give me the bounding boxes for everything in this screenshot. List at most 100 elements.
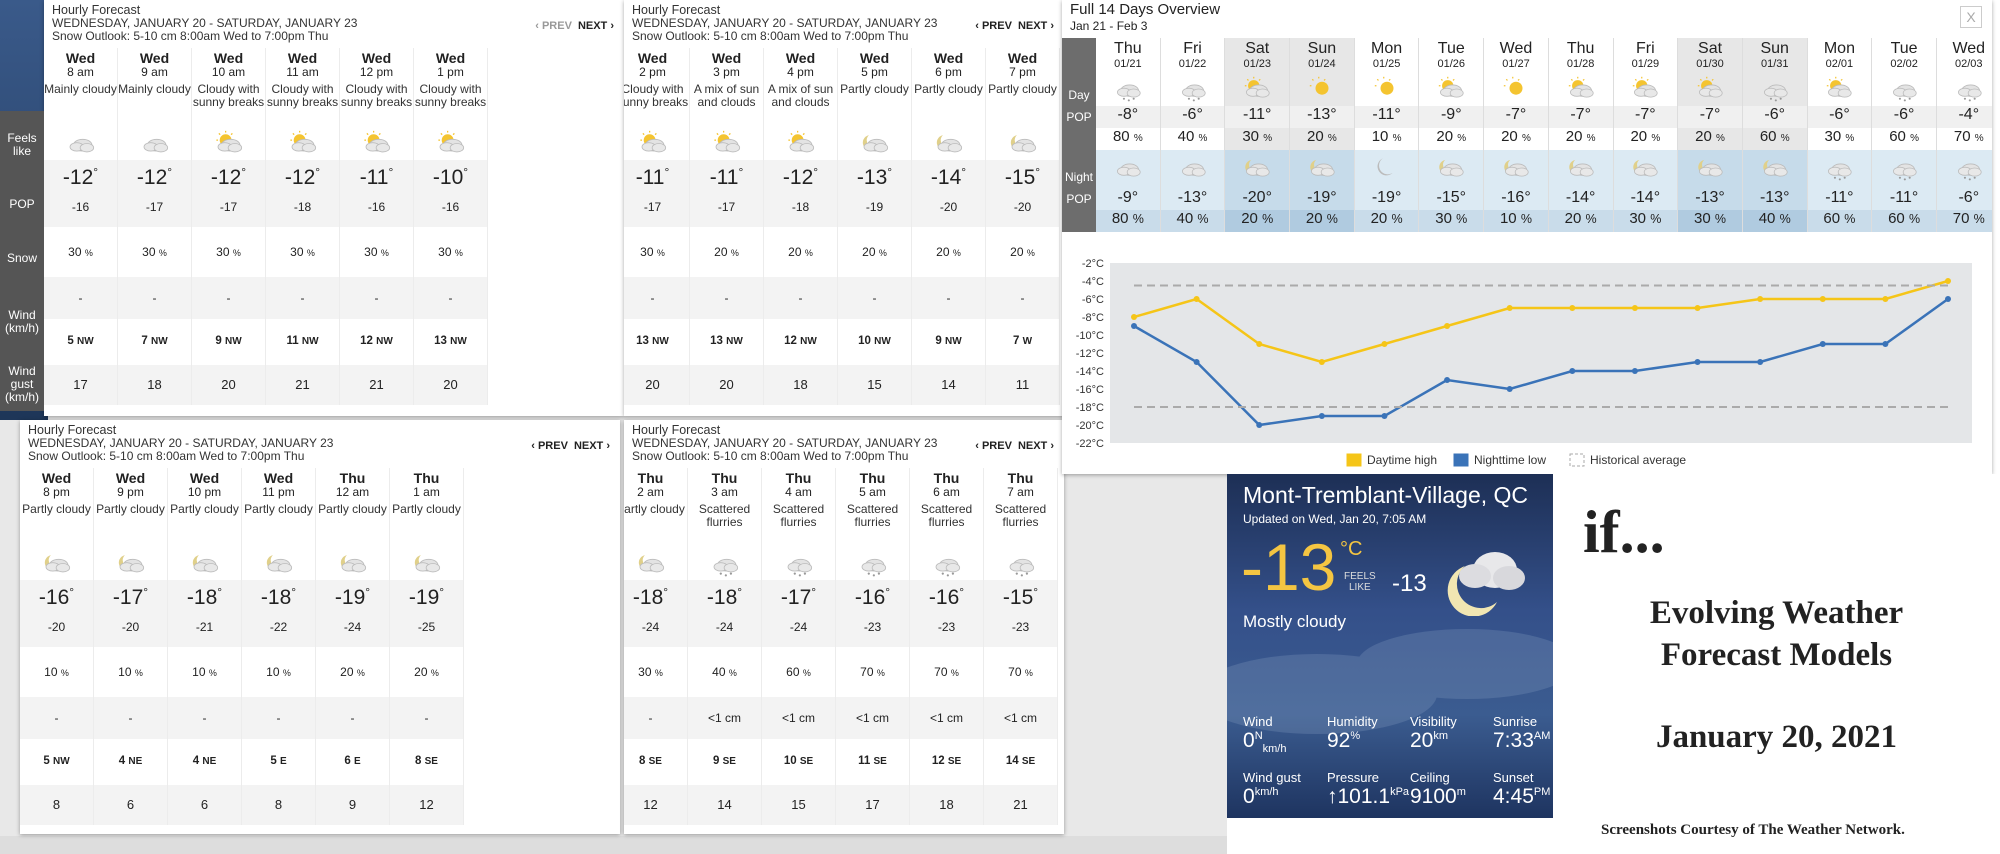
sunny-breaks-icon (624, 126, 689, 160)
prev-button[interactable]: ‹ PREV (535, 20, 572, 32)
data-point (1569, 368, 1576, 374)
hour-wind: 9 NW (215, 335, 242, 347)
hour-snow: <1 cm (984, 697, 1057, 739)
day-name: Tue (1890, 40, 1918, 57)
partly-cloudy-night-icon (242, 546, 315, 580)
hourly-header: Hourly Forecast WEDNESDAY, JANUARY 20 - S… (624, 420, 1064, 468)
hour-snow: - (242, 697, 315, 739)
moon-icon (1355, 150, 1419, 186)
hour-column: Wed 11 pm Partly cloudy -18° -22 10 % - 5 E 8 (242, 468, 316, 825)
partly-cloudy-night-icon (20, 546, 93, 580)
hour-day: Wed (287, 50, 318, 66)
sunrise-stat: Sunrise 7:33AM (1493, 714, 1551, 752)
night-pop: 70 % (1936, 210, 1992, 232)
hour-day: Wed (785, 50, 816, 66)
hour-condition: Partly cloudy (170, 502, 239, 516)
wind-label: Wind (km/h) (5, 308, 39, 335)
data-point (1945, 296, 1951, 302)
hour-column: Wed 6 pm Partly cloudy -14° -20 20 % - 9 NW 14 (912, 48, 986, 405)
hour-pop: 20 % (1010, 245, 1035, 259)
data-point (1569, 305, 1576, 311)
day-pop: 60 % (1889, 128, 1919, 145)
night-pop: 20 % (1354, 210, 1419, 232)
prev-button[interactable]: ‹ PREV (531, 440, 568, 452)
hour-feels-like: -20 (912, 193, 985, 227)
night-block: -14° (1548, 150, 1613, 210)
next-button[interactable]: NEXT › (1018, 20, 1054, 32)
hour-snow: - (764, 277, 837, 319)
hour-feels-like: -23 (836, 613, 909, 647)
hour-time: 5 pm (861, 65, 888, 79)
pressure-stat: Pressure ↑101.1kPa (1327, 770, 1410, 808)
flurries-icon (984, 546, 1057, 580)
data-point (1193, 359, 1200, 365)
hour-temperature: -11° (690, 160, 763, 193)
hour-column: Wed 1 pm Cloudy with sunny breaks -10° -16 30… (414, 48, 488, 405)
day-pop: 20 % (1565, 128, 1596, 145)
night-block: -6° (1936, 150, 1992, 210)
hour-column: Wed 9 am Mainly cloudy -12° -17 30 % - 7 NW 18 (118, 48, 192, 405)
hour-condition: Partly cloudy (392, 502, 461, 516)
night-pop: 30 % (1613, 210, 1678, 232)
partly-cloudy-night-icon (316, 546, 389, 580)
hour-feels-like: -20 (20, 613, 93, 647)
hour-feels-like: -20 (986, 193, 1059, 227)
hour-feels-like: -20 (94, 613, 167, 647)
hour-condition: Cloudy with sunny breaks (414, 82, 487, 109)
night-low: -15° (1436, 189, 1467, 206)
hour-pop: 20 % (414, 665, 439, 679)
next-button[interactable]: NEXT › (578, 20, 614, 32)
next-button[interactable]: NEXT › (1018, 440, 1054, 452)
hour-temperature: -15° (986, 160, 1059, 193)
hour-temperature: -14° (912, 160, 985, 193)
hour-time: 6 pm (935, 65, 962, 79)
hour-pop: 10 % (192, 665, 217, 679)
hour-temperature: -10° (414, 160, 487, 193)
hour-condition: Partly cloudy (840, 82, 909, 96)
hour-day: Wed (859, 50, 890, 66)
hour-condition: A mix of sun and clouds (767, 82, 834, 109)
prev-button[interactable]: ‹ PREV (975, 440, 1012, 452)
day-row-label: Day (1068, 88, 1090, 102)
next-button[interactable]: NEXT › (574, 440, 610, 452)
hour-day: Wed (711, 50, 742, 66)
data-point (1882, 341, 1889, 347)
wind-gust-stat: Wind gust 0km/h (1243, 770, 1301, 808)
day-date: 02/01 (1825, 58, 1854, 70)
data-point (1882, 296, 1889, 302)
hour-day: Wed (263, 470, 294, 486)
hour-wind: 13 NW (434, 335, 467, 347)
night-pop: 10 % (1484, 210, 1548, 232)
hour-wind-gust: 15 (762, 785, 835, 825)
hour-wind-gust: 14 (912, 365, 985, 405)
slide-date: January 20, 2021 (1655, 719, 1898, 755)
day-high: -6° (1160, 106, 1225, 128)
hour-pop: 20 % (788, 245, 813, 259)
day-name: Tue (1437, 40, 1465, 57)
hour-feels-like: -16 (340, 193, 413, 227)
day-pop: 20 % (1501, 128, 1531, 145)
data-point (1256, 422, 1263, 428)
data-point (1506, 386, 1513, 392)
day-name: Sat (1698, 40, 1723, 57)
current-condition: Mostly cloudy (1243, 612, 1346, 631)
day-column: Tue 01/26 -9° 20 % -15° 30 % (1419, 38, 1485, 232)
hourly-header: Hourly Forecast WEDNESDAY, JANUARY 20 - S… (44, 0, 624, 48)
close-button[interactable]: X (1960, 6, 1982, 28)
y-tick-label: -8°C (1082, 312, 1104, 324)
hour-feels-like: -16 (414, 193, 487, 227)
hourly-forecast-panel: Hourly Forecast WEDNESDAY, JANUARY 20 - S… (20, 420, 620, 834)
night-low: -14° (1630, 189, 1661, 206)
data-point (1631, 368, 1638, 374)
night-pop: 40 % (1742, 210, 1807, 232)
prev-button[interactable]: ‹ PREV (975, 20, 1012, 32)
hour-day: Wed (41, 470, 72, 486)
day-high: -11° (1354, 106, 1419, 128)
hour-condition: Mainly cloudy (44, 82, 117, 96)
day-date: 02/03 (1955, 58, 1983, 70)
night-pop: 40 % (1160, 210, 1225, 232)
day-name: Wed (1952, 40, 1986, 57)
hour-feels-like: -24 (624, 613, 687, 647)
hour-pop: 30 % (68, 245, 93, 259)
hour-temperature: -11° (340, 160, 413, 193)
